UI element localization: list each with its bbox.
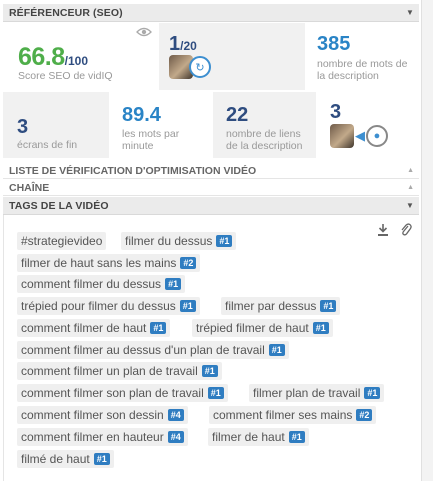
tag-chip[interactable]: comment filmer du dessus #1 <box>17 275 186 293</box>
tag-chip[interactable]: filmer plan de travail #1 <box>249 384 385 402</box>
tag-chip[interactable]: filmé de haut #1 <box>17 450 114 468</box>
expand-caret-icon[interactable]: ▲ <box>407 163 414 179</box>
tag-text: filmé de haut <box>21 452 90 466</box>
end-screens-label: écrans de fin <box>17 139 78 151</box>
arrow-left-icon: ◀ <box>355 128 365 143</box>
link-icon[interactable]: ↻ <box>189 56 211 78</box>
cards-avatar <box>330 124 354 148</box>
tag-rank-badge: #4 <box>167 409 184 421</box>
tag-rank-badge: #1 <box>288 431 305 443</box>
tag-rank-badge: #2 <box>180 257 197 269</box>
tag-chip[interactable]: comment filmer de haut #1 <box>17 319 171 337</box>
description-links-label-2: de la description <box>226 140 303 152</box>
words-per-minute-label-2: minute <box>122 140 154 152</box>
tag-chip[interactable]: filmer par dessus #1 <box>221 297 341 315</box>
tag-chip[interactable]: filmer du dessus #1 <box>121 232 237 250</box>
tag-chip[interactable]: trépied pour filmer du dessus #1 <box>17 297 200 315</box>
download-icon[interactable] <box>376 223 390 237</box>
rank-value: 1 <box>169 33 181 55</box>
tag-text: filmer de haut sans les mains <box>21 256 177 270</box>
description-words-label-1: nombre de mots de <box>317 58 408 70</box>
words-per-minute-card: 89.4 les mots par minute <box>109 92 213 158</box>
channel-title: CHAÎNE <box>9 182 50 194</box>
tags-section-header[interactable]: TAGS DE LA VIDÉO ▼ <box>3 197 419 215</box>
end-screens-value: 3 <box>17 116 29 138</box>
end-screens-card: 3 écrans de fin <box>3 92 109 158</box>
tag-rank-badge: #1 <box>312 322 329 334</box>
tag-rank-badge: #2 <box>356 409 373 421</box>
rank-denominator: /20 <box>180 39 197 53</box>
tag-text: comment filmer de haut <box>21 321 147 335</box>
seo-section-header[interactable]: RÉFÉRENCEUR (SEO) ▼ <box>3 4 419 22</box>
description-links-label-1: nombre de liens <box>226 128 301 140</box>
user-icon[interactable]: ● <box>366 125 388 147</box>
description-words-card: 385 nombre de mots de la description <box>305 23 419 90</box>
seo-score-label: Score SEO de vidIQ <box>18 70 113 82</box>
checklist-title: LISTE DE VÉRIFICATION D'OPTIMISATION VID… <box>9 165 257 177</box>
tag-text: trépied filmer de haut <box>196 321 309 335</box>
tag-chip[interactable]: filmer de haut #1 <box>208 428 309 446</box>
cards-card: 3 ◀ ● <box>316 92 419 158</box>
tag-rank-badge: #1 <box>93 453 110 465</box>
tag-text: filmer du dessus <box>125 234 213 248</box>
seo-score-card: 66.8/100 Score SEO de vidIQ <box>3 23 159 90</box>
tag-text: trépied pour filmer du dessus <box>21 299 176 313</box>
words-per-minute-label-1: les mots par <box>122 128 180 140</box>
tag-text: comment filmer du dessus <box>21 277 162 291</box>
tag-text: filmer plan de travail <box>253 386 361 400</box>
tag-rank-badge: #1 <box>150 322 167 334</box>
tag-chip[interactable]: comment filmer au dessus d'un plan de tr… <box>17 341 289 359</box>
tag-rank-badge: #4 <box>167 431 184 443</box>
tag-chip[interactable]: comment filmer un plan de travail #1 <box>17 362 222 380</box>
description-words-value: 385 <box>317 33 351 55</box>
checklist-section-header[interactable]: LISTE DE VÉRIFICATION D'OPTIMISATION VID… <box>3 163 419 179</box>
tags-panel: #strategievideo filmer du dessus #1 filme… <box>3 215 419 481</box>
tag-rank-badge: #1 <box>268 344 285 356</box>
scrollbar-track[interactable] <box>421 0 433 481</box>
collapse-caret-icon[interactable]: ▼ <box>406 4 414 22</box>
tag-chip[interactable]: comment filmer en hauteur #4 <box>17 428 188 446</box>
tag-chip[interactable]: trépied filmer de haut #1 <box>192 319 333 337</box>
tag-chip[interactable]: filmer de haut sans les mains #2 <box>17 254 201 272</box>
tag-text: comment filmer un plan de travail <box>21 364 198 378</box>
expand-caret-icon[interactable]: ▲ <box>407 180 414 196</box>
description-links-card: 22 nombre de liens de la description <box>213 92 316 158</box>
channel-section-header[interactable]: CHAÎNE ▲ <box>3 180 419 196</box>
paperclip-icon[interactable] <box>400 222 412 237</box>
rank-card: 1/20 ↻ <box>159 23 305 90</box>
words-per-minute-value: 89.4 <box>122 104 161 126</box>
tag-text: comment filmer son dessin <box>21 408 164 422</box>
tag-text: comment filmer son plan de travail <box>21 386 204 400</box>
eye-icon[interactable] <box>136 27 152 37</box>
tag-rank-badge: #1 <box>207 387 224 399</box>
tag-rank-badge: #1 <box>216 235 233 247</box>
tag-text: comment filmer en hauteur <box>21 430 164 444</box>
collapse-caret-icon[interactable]: ▼ <box>406 197 414 215</box>
seo-score-denominator: /100 <box>64 54 89 68</box>
tag-text: filmer de haut <box>212 430 285 444</box>
description-links-value: 22 <box>226 104 249 126</box>
tag-chip[interactable]: comment filmer son dessin #4 <box>17 406 188 424</box>
tag-rank-badge: #1 <box>320 300 337 312</box>
tag-rank-badge: #1 <box>179 300 196 312</box>
tag-rank-badge: #1 <box>201 365 218 377</box>
description-words-label-2: la description <box>317 70 379 82</box>
tag-rank-badge: #1 <box>364 387 381 399</box>
tags-section-title: TAGS DE LA VIDÉO <box>9 200 109 212</box>
seo-section-title: RÉFÉRENCEUR (SEO) <box>9 7 123 19</box>
tag-chip[interactable]: #strategievideo <box>17 232 107 250</box>
seo-score-value: 66.8 <box>18 43 65 71</box>
tag-text: comment filmer au dessus d'un plan de tr… <box>21 343 265 357</box>
tag-text: comment filmer ses mains <box>213 408 353 422</box>
tag-rank-badge: #1 <box>165 278 182 290</box>
tag-text: filmer par dessus <box>225 299 317 313</box>
tag-chip[interactable]: comment filmer ses mains #2 <box>209 406 377 424</box>
tag-text: #strategievideo <box>21 234 103 248</box>
tag-chip[interactable]: comment filmer son plan de travail #1 <box>17 384 228 402</box>
cards-value: 3 <box>330 101 342 123</box>
